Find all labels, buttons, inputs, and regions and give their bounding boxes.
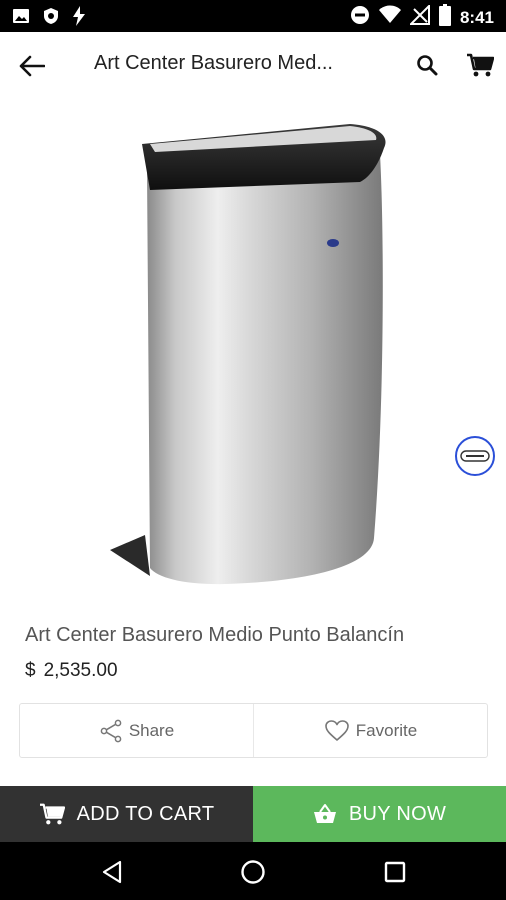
nav-home-icon [241,860,265,884]
shopping-basket-icon [313,804,336,823]
price-currency: $ [25,660,36,681]
status-right-icons: 8:41 [350,3,494,31]
cart-button[interactable] [462,48,498,82]
system-nav-bar [0,842,506,900]
thumbnail-logo-icon [460,450,490,462]
arrow-back-icon [19,55,45,77]
favorite-button[interactable]: Favorite [253,704,487,757]
nav-back-icon [102,860,122,884]
product-image[interactable] [0,98,506,608]
back-button[interactable] [14,48,50,84]
nav-back-button[interactable] [96,856,128,888]
bottom-action-bar: ADD TO CART BUY NOW [0,786,506,842]
buy-now-button[interactable]: BUY NOW [253,786,506,842]
battery-icon [438,4,451,31]
buy-now-label: BUY NOW [348,802,447,825]
cart-icon [467,53,494,77]
app-bar: Art Center Basurero Med... [0,32,506,98]
nav-recents-icon [384,861,406,883]
product-price: $2,535.00 [25,660,118,682]
nav-recents-button[interactable] [379,856,411,888]
status-bar: 8:41 [0,0,506,32]
do-not-disturb-icon [350,5,370,30]
status-left-icons [12,6,86,31]
price-value: 2,535.00 [43,660,118,681]
action-box: Share Favorite [19,703,488,758]
favorite-label: Favorite [355,720,418,740]
image-icon [12,7,30,30]
search-button[interactable] [410,48,444,82]
share-button[interactable]: Share [20,704,253,757]
page-title: Art Center Basurero Med... [94,52,333,74]
shield-icon [42,7,60,30]
status-time: 8:41 [459,7,494,27]
product-name: Art Center Basurero Medio Punto Balancín [25,624,405,646]
wifi-icon [378,5,401,30]
share-icon [100,719,122,742]
add-to-cart-label: ADD TO CART [76,802,215,825]
carousel-thumbnail[interactable] [455,436,495,476]
share-label: Share [128,720,175,740]
add-to-cart-icon [39,803,65,825]
heart-icon [324,719,349,741]
search-icon [417,55,438,76]
flash-icon [72,6,86,31]
add-to-cart-button[interactable]: ADD TO CART [0,786,253,842]
nav-home-button[interactable] [237,856,269,888]
trash-bin-image [110,124,386,585]
no-signal-icon [408,3,430,30]
